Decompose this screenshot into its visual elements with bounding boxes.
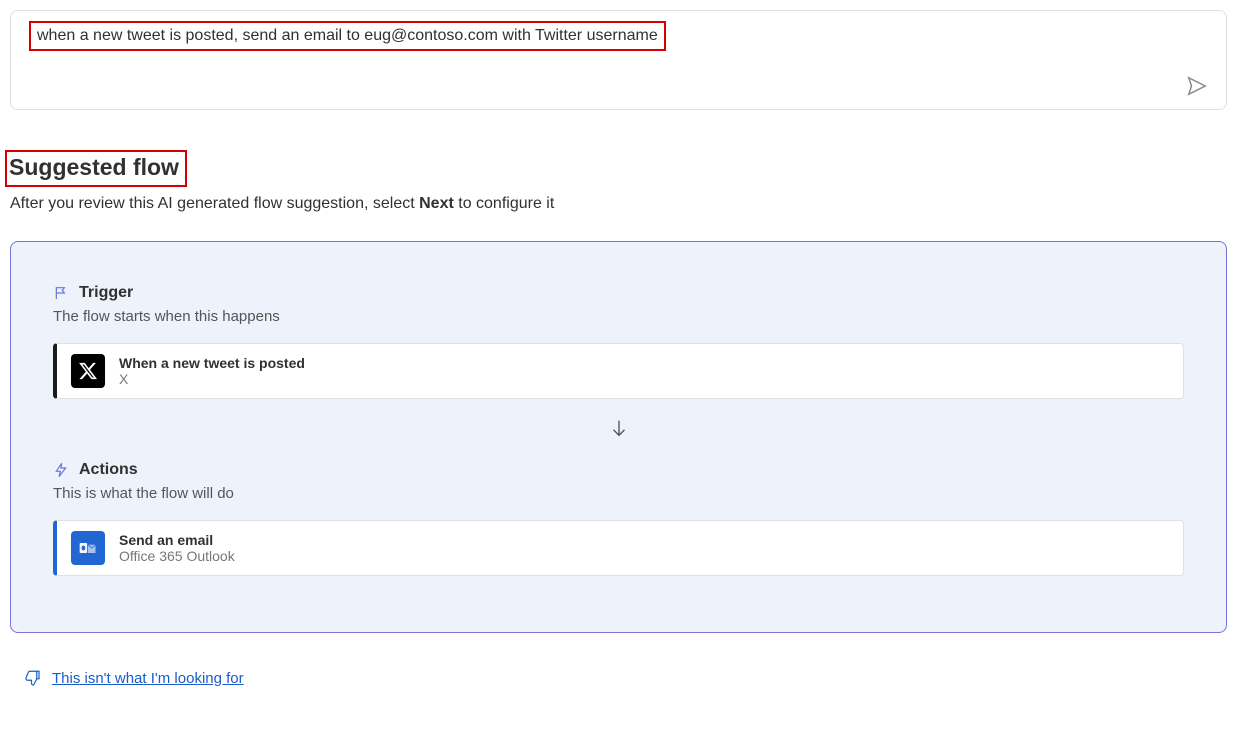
actions-desc: This is what the flow will do xyxy=(53,485,1184,502)
actions-section-header: Actions xyxy=(53,461,1184,479)
arrow-down-icon xyxy=(53,417,1184,439)
actions-label: Actions xyxy=(79,461,138,479)
feedback-link[interactable]: This isn't what I'm looking for xyxy=(52,670,244,687)
thumbs-down-icon[interactable] xyxy=(24,669,42,687)
flow-panel: Trigger The flow starts when this happen… xyxy=(10,241,1227,633)
trigger-step-card[interactable]: When a new tweet is posted X xyxy=(53,343,1184,399)
send-icon[interactable] xyxy=(1186,75,1208,97)
x-logo-icon xyxy=(71,354,105,388)
suggested-flow-heading-wrap: Suggested flow xyxy=(5,150,187,187)
subtext-bold: Next xyxy=(419,195,454,212)
trigger-step-text: When a new tweet is posted X xyxy=(119,355,305,387)
trigger-label: Trigger xyxy=(79,284,133,302)
suggested-flow-heading: Suggested flow xyxy=(9,154,179,181)
subtext-before: After you review this AI generated flow … xyxy=(10,195,419,212)
outlook-logo-icon xyxy=(71,531,105,565)
trigger-step-sub: X xyxy=(119,371,305,387)
action-step-title: Send an email xyxy=(119,532,235,548)
bolt-icon xyxy=(53,462,69,478)
action-step-sub: Office 365 Outlook xyxy=(119,548,235,564)
subtext-after: to configure it xyxy=(454,195,555,212)
trigger-section-header: Trigger xyxy=(53,284,1184,302)
prompt-input-card[interactable]: when a new tweet is posted, send an emai… xyxy=(10,10,1227,110)
trigger-step-title: When a new tweet is posted xyxy=(119,355,305,371)
action-step-text: Send an email Office 365 Outlook xyxy=(119,532,235,564)
feedback-row: This isn't what I'm looking for xyxy=(24,669,1227,687)
suggested-flow-subtext: After you review this AI generated flow … xyxy=(10,195,1227,213)
flag-icon xyxy=(53,285,69,301)
prompt-text: when a new tweet is posted, send an emai… xyxy=(29,21,666,51)
trigger-desc: The flow starts when this happens xyxy=(53,308,1184,325)
action-step-card[interactable]: Send an email Office 365 Outlook xyxy=(53,520,1184,576)
